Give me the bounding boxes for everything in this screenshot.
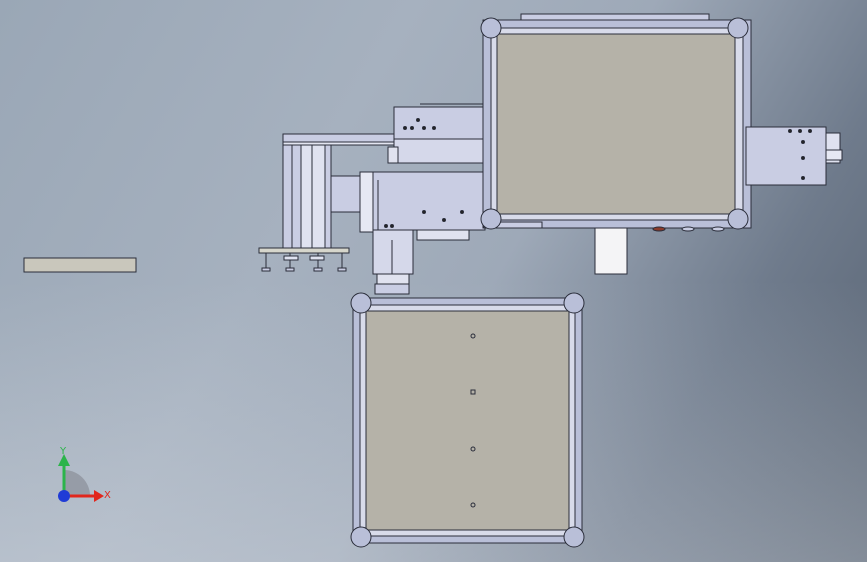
flat-bar-part[interactable] xyxy=(23,257,137,273)
model-view[interactable]: Y X xyxy=(0,0,867,562)
top-table-frame[interactable] xyxy=(480,13,752,230)
z-axis-dot xyxy=(58,490,70,502)
cad-viewport[interactable]: Y X xyxy=(0,0,867,562)
cable-connectors xyxy=(594,226,725,275)
x-axis-label: X xyxy=(104,490,111,501)
reference-triad: Y X xyxy=(58,446,111,502)
bottom-table-frame[interactable] xyxy=(350,292,585,548)
y-axis-label: Y xyxy=(59,446,67,457)
right-actuator[interactable] xyxy=(745,126,843,186)
motor-block-upper[interactable] xyxy=(387,103,487,164)
slide-assembly-lower[interactable] xyxy=(359,171,486,295)
